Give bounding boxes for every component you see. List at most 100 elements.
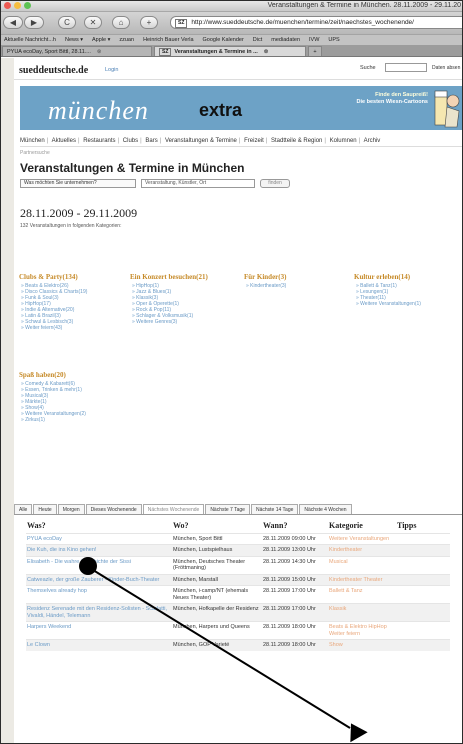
event-category-link[interactable]: Show bbox=[328, 639, 396, 651]
category-link[interactable]: » Weiter feiern(43) bbox=[21, 325, 124, 331]
category-heading[interactable]: Für Kinder(3) bbox=[244, 273, 334, 281]
event-search-input[interactable]: Veranstaltung, Künstler, Ort bbox=[141, 179, 255, 188]
event-title-link[interactable]: Harpers Weekend bbox=[26, 621, 172, 640]
plus-icon: + bbox=[146, 18, 152, 27]
filter-tab[interactable]: Nächste 14 Tage bbox=[250, 504, 299, 514]
cartoon-mascot-icon bbox=[434, 90, 460, 128]
filter-tab-active[interactable]: Nächstes Wochenende bbox=[142, 504, 205, 514]
muenchen-extra-banner[interactable]: münchen extra Finde den Saupreiß! Die bes… bbox=[20, 86, 463, 130]
event-category-link[interactable]: Beats & Elektro HipHop Weiter feiern bbox=[328, 621, 396, 640]
event-title-link[interactable]: PYUA ecoDay bbox=[26, 532, 172, 545]
table-row[interactable]: PYUA ecoDay München, Sport Bittl 28.11.200… bbox=[26, 532, 450, 545]
table-row[interactable]: Themselves already hop München, i-camp/NT… bbox=[26, 585, 450, 604]
bookmark-item[interactable]: Google Kalender bbox=[203, 37, 244, 43]
close-tab-icon[interactable]: ⊗ bbox=[264, 49, 269, 55]
login-link[interactable]: Login bbox=[105, 67, 118, 73]
event-title-link[interactable]: Catweazle, der große Zauberer - Kinder-B… bbox=[26, 573, 172, 586]
close-tab-icon[interactable]: ⊗ bbox=[97, 49, 102, 55]
nav-item[interactable]: Freizeit bbox=[244, 138, 264, 144]
bookmark-item[interactable]: mediadaten bbox=[271, 37, 300, 43]
banner-promo[interactable]: Finde den Saupreiß! Die besten Wiesn-Cart… bbox=[350, 92, 428, 106]
event-location: München, Hofkapelle der Residenz bbox=[172, 603, 262, 622]
reload-button[interactable]: C bbox=[58, 16, 76, 29]
stop-button[interactable]: ✕ bbox=[84, 16, 102, 29]
minimize-window-button[interactable] bbox=[14, 2, 21, 9]
table-row[interactable]: Die Kuh, die ins Kino gehen! München, Lus… bbox=[26, 544, 450, 556]
event-location: München, Deutsches Theater (Fröttmaning) bbox=[172, 555, 262, 574]
bookmark-item[interactable]: Heinrich Bauer Verla bbox=[143, 37, 193, 43]
category-heading[interactable]: Clubs & Party(134) bbox=[19, 273, 124, 281]
close-window-button[interactable] bbox=[4, 2, 11, 9]
site-logo[interactable]: sueddeutsche.de bbox=[19, 65, 88, 76]
event-category-link[interactable]: Ballett & Tanz bbox=[328, 585, 396, 604]
nav-item[interactable]: Restaurants bbox=[83, 138, 115, 144]
category-heading[interactable]: Ein Konzert besuchen(21) bbox=[130, 273, 230, 281]
zoom-window-button[interactable] bbox=[24, 2, 31, 9]
table-row[interactable]: Residenz Serenade mit den Residenz-Solis… bbox=[26, 603, 450, 622]
page-background bbox=[0, 58, 14, 744]
category-link[interactable]: » Zirkus(1) bbox=[21, 417, 139, 423]
nav-item[interactable]: München bbox=[20, 138, 45, 144]
nav-item[interactable]: Aktuelles bbox=[52, 138, 76, 144]
category-heading[interactable]: Kultur erleben(14) bbox=[354, 273, 454, 281]
site-search-input[interactable] bbox=[385, 63, 427, 72]
column-header: Was? bbox=[27, 521, 46, 531]
filter-tab[interactable]: Dieses Wochenende bbox=[85, 504, 142, 514]
category-select[interactable]: Was möchten Sie unternehmen? bbox=[20, 179, 136, 188]
nav-item-active[interactable]: Veranstaltungen & Termine bbox=[165, 138, 237, 144]
filter-tab[interactable]: Nächste 7 Tage bbox=[205, 504, 250, 514]
breadcrumb[interactable]: Partnersuche bbox=[20, 150, 463, 156]
back-button[interactable]: ◀ bbox=[3, 16, 23, 29]
event-category-link[interactable]: Weitere Veranstaltungen bbox=[328, 532, 396, 545]
forward-button[interactable]: ▶ bbox=[24, 16, 44, 29]
filter-tab[interactable]: Alle bbox=[14, 504, 33, 514]
nav-item[interactable]: Archiv bbox=[364, 138, 381, 144]
event-location: München, GOP Varieté bbox=[172, 639, 262, 651]
event-category-link[interactable]: Kindertheater bbox=[328, 544, 396, 556]
event-time: 28.11.2009 15:00 Uhr bbox=[262, 573, 328, 586]
add-bookmark-button[interactable]: + bbox=[140, 16, 158, 29]
bookmark-item[interactable]: Apple ▾ bbox=[92, 37, 110, 43]
event-title-link[interactable]: Themselves already hop bbox=[26, 585, 172, 604]
address-bar[interactable]: SZ http://www.sueddeutsche.de/muenchen/te… bbox=[170, 16, 463, 29]
browser-tab[interactable]: PYUA ecoDay, Sport Bittl, 28.11.... ⊗ bbox=[2, 46, 152, 56]
bookmark-item[interactable]: Aktuelle Nachricht...h bbox=[4, 37, 56, 43]
filter-tab[interactable]: Nächste 4 Wochen bbox=[299, 504, 352, 514]
table-row[interactable]: Le Clown München, GOP Varieté 28.11.2009 1… bbox=[26, 639, 450, 651]
home-button[interactable]: ⌂ bbox=[112, 16, 130, 29]
category-heading[interactable]: Spaß haben(20) bbox=[19, 371, 139, 379]
bookmark-item[interactable]: zzuan bbox=[119, 37, 134, 43]
event-tip-cell bbox=[396, 532, 450, 545]
event-category-link[interactable]: Klassik bbox=[328, 603, 396, 622]
table-row[interactable]: Elisabeth - Die wahre Geschichte der Sis… bbox=[26, 555, 450, 574]
category-link-label: Zirkus(1) bbox=[25, 417, 45, 423]
site-header: sueddeutsche.de Login Suche Daten absen bbox=[14, 58, 463, 80]
category-link[interactable]: » Weitere Veranstaltungen(1) bbox=[356, 301, 454, 307]
table-row[interactable]: Catweazle, der große Zauberer - Kinder-B… bbox=[26, 573, 450, 586]
event-count: 132 Veranstaltungen in folgenden Kategor… bbox=[20, 223, 122, 229]
table-row[interactable]: Harpers Weekend München, Harpers und Quee… bbox=[26, 621, 450, 640]
find-button[interactable]: finden bbox=[260, 179, 290, 188]
filter-tab[interactable]: Morgen bbox=[57, 504, 85, 514]
event-title-link[interactable]: Le Clown bbox=[26, 639, 172, 651]
bookmark-item[interactable]: News ▾ bbox=[65, 37, 83, 43]
new-tab-button[interactable]: + bbox=[308, 46, 322, 56]
category-link[interactable]: » Weitere Genres(3) bbox=[132, 319, 230, 325]
event-title-link[interactable]: Elisabeth - Die wahre Geschichte der Sis… bbox=[26, 555, 172, 574]
bookmark-item[interactable]: UPS bbox=[328, 37, 339, 43]
bookmark-item[interactable]: Dict bbox=[253, 37, 262, 43]
nav-item[interactable]: Stadtteile & Region bbox=[271, 138, 322, 144]
category-link[interactable]: » Kindertheater(3) bbox=[246, 283, 334, 289]
nav-item[interactable]: Clubs bbox=[123, 138, 138, 144]
bookmark-item[interactable]: IVW bbox=[309, 37, 319, 43]
nav-item[interactable]: Bars bbox=[145, 138, 157, 144]
event-category-link[interactable]: Kindertheater Theater bbox=[328, 573, 396, 586]
tab-label: PYUA ecoDay, Sport Bittl, 28.11.... bbox=[7, 49, 91, 55]
nav-item[interactable]: Kolumnen bbox=[330, 138, 357, 144]
event-tip-cell bbox=[396, 555, 450, 574]
event-category-link[interactable]: Musical bbox=[328, 555, 396, 574]
filter-tab[interactable]: Heute bbox=[33, 504, 57, 514]
browser-tab-active[interactable]: SZ Veranstaltungen & Termine in ... ⊗ bbox=[154, 46, 306, 56]
event-title-link[interactable]: Die Kuh, die ins Kino gehen! bbox=[26, 544, 172, 556]
event-title-link[interactable]: Residenz Serenade mit den Residenz-Solis… bbox=[26, 603, 172, 622]
